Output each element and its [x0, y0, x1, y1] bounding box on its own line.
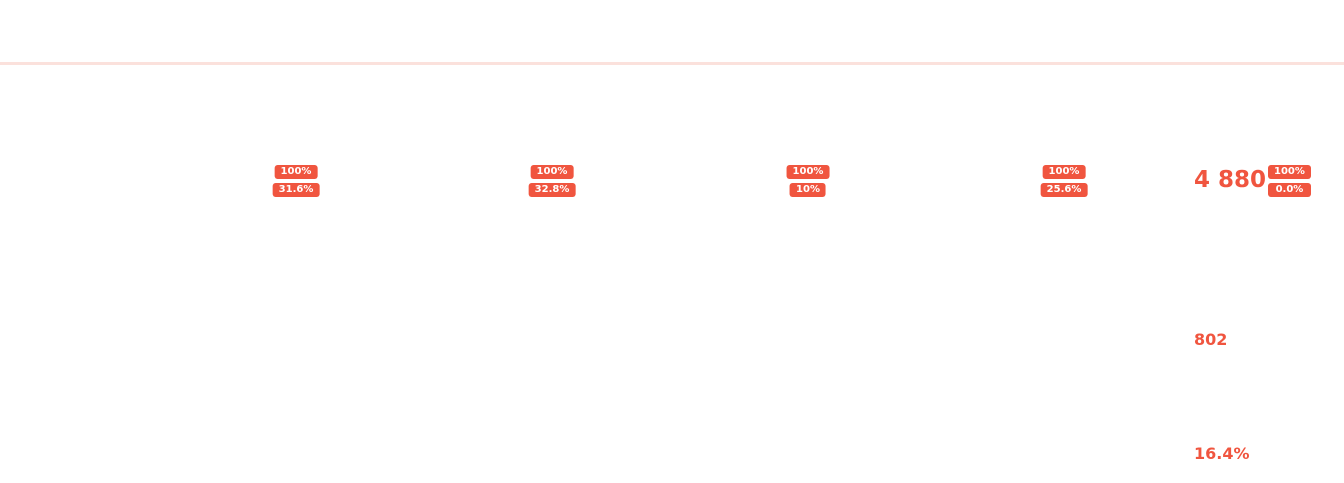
column-1-total-badge: 100% [274, 165, 318, 179]
column-3-badges: 100% 10% [786, 165, 830, 197]
column-3-total-badge: 100% [786, 165, 830, 179]
column-4-badges: 100% 25.6% [1040, 165, 1088, 197]
column-2-share-badge: 32.8% [528, 183, 576, 197]
summary-total-value: 4 880 [1194, 167, 1267, 193]
summary-total-badge: 100% [1268, 165, 1311, 179]
column-1-share-badge: 31.6% [272, 183, 320, 197]
summary-badges: 100% 0.0% [1268, 165, 1311, 197]
column-4-share-badge: 25.6% [1040, 183, 1088, 197]
summary-change-badge: 0.0% [1268, 183, 1311, 197]
top-divider [0, 62, 1344, 65]
column-3-share-badge: 10% [790, 183, 826, 197]
column-4-total-badge: 100% [1042, 165, 1086, 179]
summary-count-value: 802 [1194, 330, 1228, 349]
column-2-total-badge: 100% [530, 165, 574, 179]
column-1-badges: 100% 31.6% [272, 165, 320, 197]
column-2-badges: 100% 32.8% [528, 165, 576, 197]
summary-rate-value: 16.4% [1194, 444, 1250, 463]
